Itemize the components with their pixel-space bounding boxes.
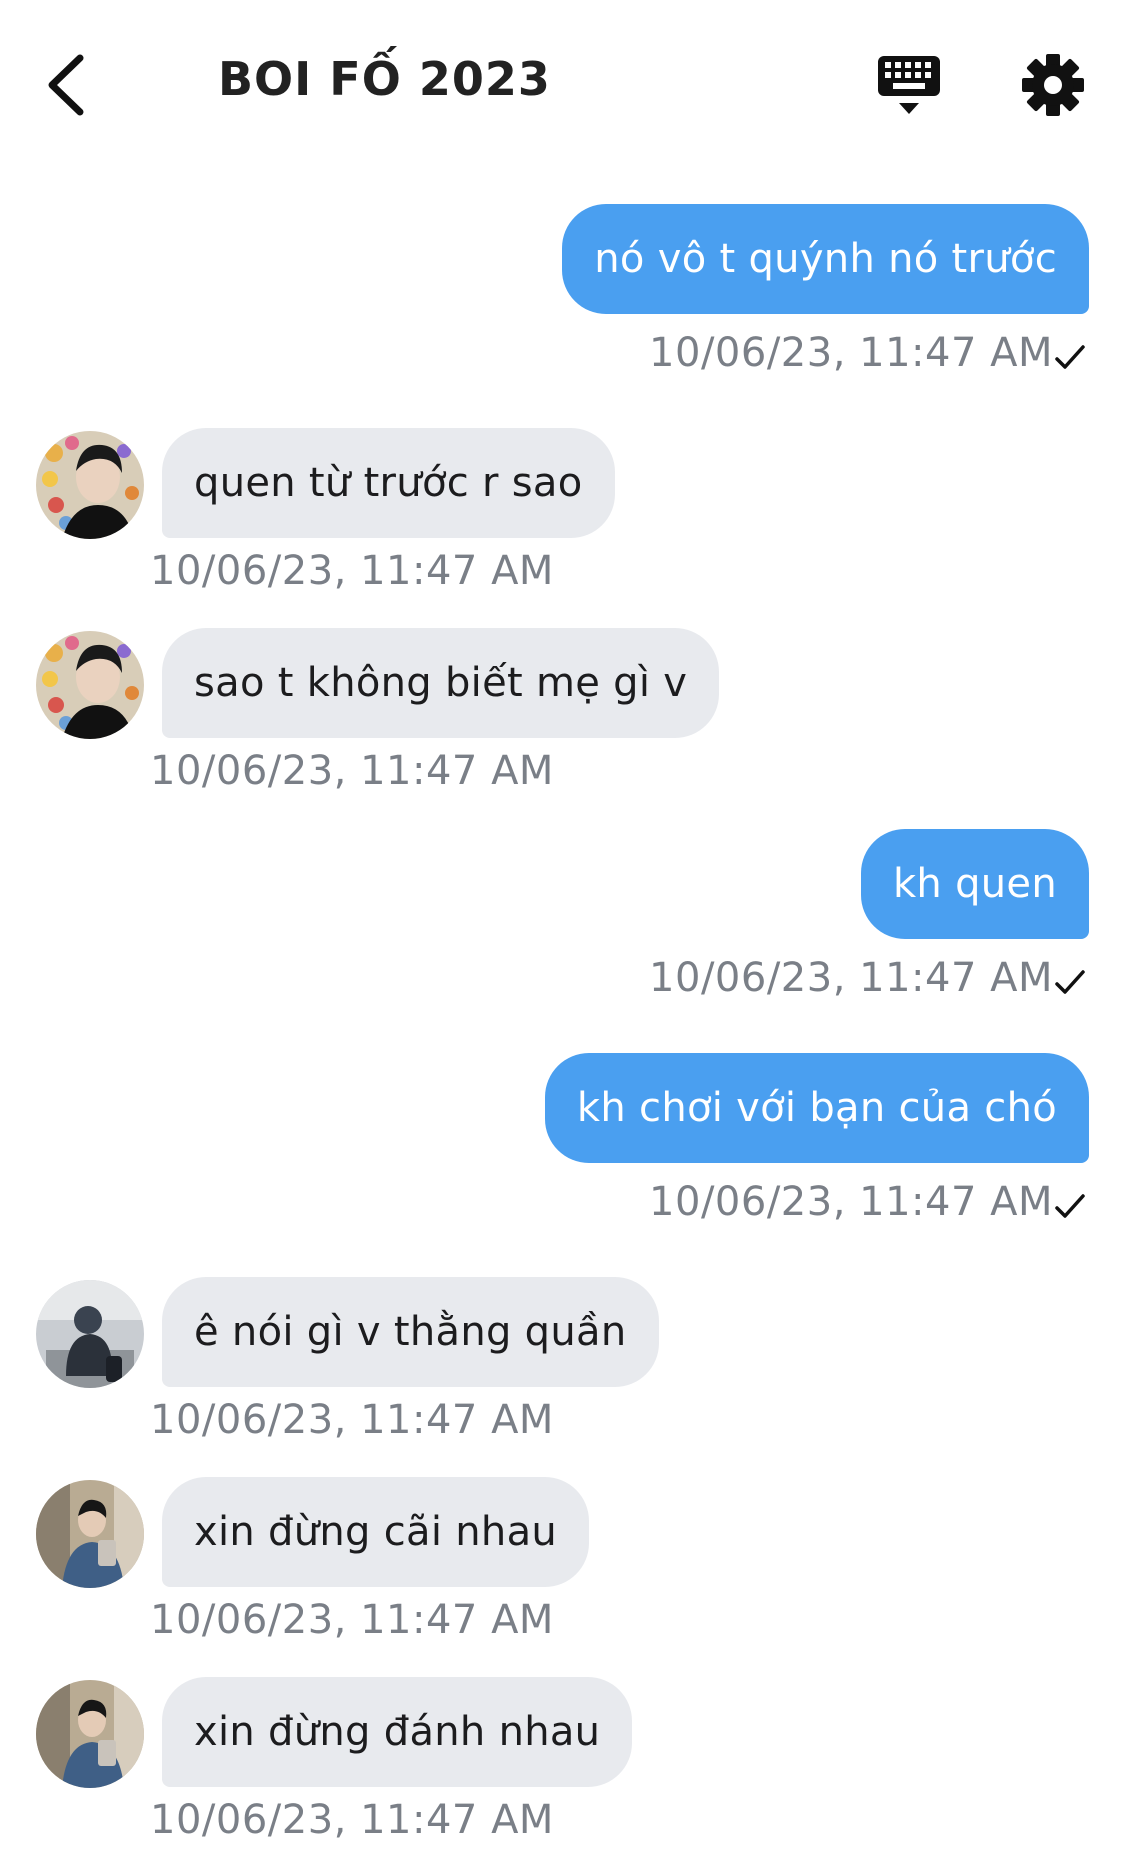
avatar[interactable] [36, 631, 144, 739]
message-timestamp: 10/06/23, 11:47 AM [150, 548, 554, 594]
message-bubble[interactable]: nó vô t quýnh nó trước [562, 204, 1089, 314]
chat-header: BOI FỐ 2023 [0, 0, 1125, 170]
message-timestamp: 10/06/23, 11:47 AM [150, 1797, 554, 1843]
message-bubble[interactable]: xin đừng cãi nhau [162, 1477, 590, 1587]
checkmark-icon [1055, 1194, 1085, 1218]
message-bubble[interactable]: quen từ trước r sao [162, 428, 615, 538]
message-bubble[interactable]: kh chơi với bạn của chó [544, 1053, 1089, 1163]
avatar[interactable] [36, 1680, 144, 1788]
message-bubble[interactable]: xin đừng đánh nhau [162, 1677, 633, 1787]
chevron-left-icon [48, 54, 84, 116]
message-timestamp: 10/06/23, 11:47 AM [150, 1597, 554, 1643]
message-timestamp: 10/06/23, 11:47 AM [649, 1179, 1053, 1225]
settings-button[interactable] [1020, 52, 1086, 118]
back-button[interactable] [40, 50, 100, 120]
avatar[interactable] [36, 1280, 144, 1388]
avatar[interactable] [36, 431, 144, 539]
avatar[interactable] [36, 1480, 144, 1588]
checkmark-icon [1055, 970, 1085, 994]
checkmark-icon [1055, 345, 1085, 369]
chat-title: BOI FỐ 2023 [218, 52, 551, 106]
keyboard-button[interactable] [876, 54, 942, 120]
keyboard-icon [878, 56, 940, 114]
message-timestamp: 10/06/23, 11:47 AM [150, 748, 554, 794]
message-timestamp: 10/06/23, 11:47 AM [150, 1397, 554, 1443]
message-timestamp: 10/06/23, 11:47 AM [649, 330, 1053, 376]
message-bubble[interactable]: ê nói gì v thằng quần [162, 1277, 659, 1387]
message-timestamp: 10/06/23, 11:47 AM [649, 955, 1053, 1001]
message-bubble[interactable]: kh quen [860, 829, 1089, 939]
message-bubble[interactable]: sao t không biết mẹ gì v [162, 628, 720, 738]
gear-icon [1022, 54, 1084, 116]
